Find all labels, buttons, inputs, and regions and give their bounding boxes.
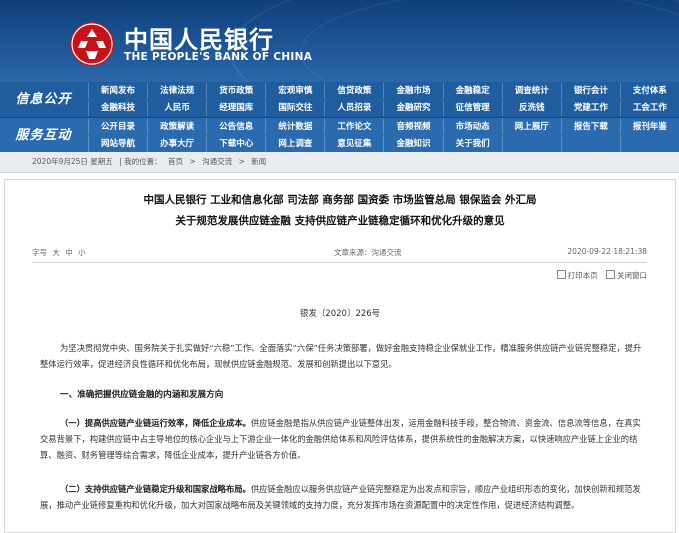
header-decoration [300,0,679,82]
nav-item[interactable]: 工会工作 [619,100,679,116]
nav-item[interactable]: 法律法规 [147,83,206,99]
article-tools: 打印本页 关闭窗口 [551,270,647,281]
close-icon [606,270,615,279]
site-header: 中国人民银行 THE PEOPLE'S BANK OF CHINA [0,0,679,82]
paragraph-lead: （一）提高供应链产业链运行效率，降低企业成本。 [60,418,251,428]
breadcrumb-separator: > [238,157,245,166]
nav-item[interactable]: 国际交往 [265,100,324,116]
article-source: 文章来源：沟通交流 [334,248,402,257]
document-number: 银发〔2020〕226号 [299,309,381,319]
nav-item[interactable]: 下载中心 [206,136,265,152]
nav-item [619,136,679,152]
print-button[interactable]: 打印本页 [556,270,598,280]
nav-item[interactable]: 金融研究 [383,100,442,116]
print-label: 打印本页 [567,271,598,280]
breadcrumb-link-home[interactable]: 首页 [168,157,183,166]
font-size-large[interactable]: 大 [52,248,60,257]
article-meta: 字号 大 中 小 文章来源：沟通交流 2020-09-22 18:21:38 [32,247,647,261]
nav-item[interactable]: 金融稳定 [442,83,502,99]
pboc-logo-icon[interactable] [68,20,116,68]
nav-item [501,136,561,152]
nav-item[interactable]: 人员招录 [324,100,383,116]
article-title: 关于规范发展供应链金融 支持供应链产业链稳定循环和优化升级的意见 [175,215,505,227]
nav-item[interactable]: 反洗钱 [501,100,561,116]
close-label: 关闭窗口 [617,271,647,280]
nav-item[interactable]: 宏观审慎 [265,83,324,99]
nav-item[interactable]: 统计数据 [265,119,324,135]
nav-item[interactable]: 党建工作 [560,100,620,116]
nav-item[interactable]: 货币政策 [206,83,265,99]
nav-item[interactable]: 报告下载 [560,119,620,135]
nav-item[interactable]: 公告信息 [206,119,265,135]
nav-item[interactable]: 网站导航 [88,136,147,152]
brand-name-cn: 中国人民银行 [124,25,274,54]
current-date: 2020年9月25日 星期五 [32,157,113,166]
nav-item[interactable]: 网上展厅 [501,119,561,135]
nav-item[interactable]: 人民币 [147,100,206,116]
breadcrumb-link-communication[interactable]: 沟通交流 [202,157,232,166]
divider [32,262,647,263]
nav-item[interactable]: 音频视频 [383,119,442,135]
section-heading: 一、准确把握供应链金融的内涵和发展方向 [60,390,224,400]
nav-item[interactable]: 金融科技 [88,100,147,116]
nav-item[interactable]: 征信管理 [442,100,502,116]
nav-section-info: 信息公开 新闻发布 法律法规 货币政策 宏观审慎 信贷政策 金融市场 金融稳定 调查统计 银行会… [0,82,679,117]
nav-grid: 公开目录 政策解读 公告信息 统计数据 工作论文 音频视频 市场动态 网上展厅 报告下载 报刊年鉴… [88,119,679,152]
nav-item[interactable]: 政策解读 [147,119,206,135]
issuing-organizations: 中国人民银行 工业和信息化部 司法部 商务部 国资委 市场监管总局 银保监会 外… [143,194,537,206]
nav-item[interactable]: 市场动态 [442,119,502,135]
nav-item[interactable]: 新闻发布 [88,83,147,99]
article-paragraph: （一）提高供应链产业链运行效率，降低企业成本。供应链金融是指从供应链产业链整体出… [40,415,645,463]
nav-item[interactable]: 公开目录 [88,119,147,135]
nav-item[interactable]: 金融知识 [383,136,442,152]
main-nav: 信息公开 新闻发布 法律法规 货币政策 宏观审慎 信贷政策 金融市场 金融稳定 调查统计 银行会… [0,82,679,153]
breadcrumb-separator: > [189,157,196,166]
nav-item[interactable]: 网上调查 [265,136,324,152]
article-date: 2020-09-22 18:21:38 [567,247,647,256]
article-paragraph: （二）支持供应链产业链稳定升级和国家战略布局。供应链金融应以服务供应链产业链完整… [40,481,645,513]
nav-item [560,136,620,152]
breadcrumb-link-news[interactable]: 新闻 [251,157,266,166]
nav-item[interactable]: 工作论文 [324,119,383,135]
font-size-medium[interactable]: 中 [65,248,73,257]
nav-item[interactable]: 关于我们 [442,136,502,152]
article-panel: 中国人民银行 工业和信息化部 司法部 商务部 国资委 市场监管总局 银保监会 外… [4,179,676,533]
font-size-small[interactable]: 小 [78,248,86,257]
font-size-label: 字号 [32,248,47,257]
nav-item[interactable]: 办事大厅 [147,136,206,152]
nav-grid: 新闻发布 法律法规 货币政策 宏观审慎 信贷政策 金融市场 金融稳定 调查统计 银行会计 支付体系… [88,83,679,116]
font-size-switcher: 字号 大 中 小 [32,247,89,258]
nav-item[interactable]: 经理国库 [206,100,265,116]
brand-name-en: THE PEOPLE'S BANK OF CHINA [124,51,313,63]
nav-item[interactable]: 报刊年鉴 [619,119,679,135]
nav-item[interactable]: 意见征集 [324,136,383,152]
print-icon [556,270,566,279]
nav-item[interactable]: 金融市场 [383,83,442,99]
nav-section-label: 服务互动 [15,128,72,143]
paragraph-lead: （二）支持供应链产业链稳定升级和国家战略布局。 [60,484,251,494]
breadcrumb: 2020年9月25日 星期五 | 我的位置： 首页 > 沟通交流 > 新闻 [0,152,679,173]
breadcrumb-prefix: | 我的位置： [119,157,162,166]
close-window-button[interactable]: 关闭窗口 [606,270,647,280]
nav-item[interactable]: 银行会计 [560,83,620,99]
nav-item[interactable]: 支付体系 [619,83,679,99]
article-paragraph: 为坚决贯彻党中央、国务院关于扎实做好“六稳”工作、全面落实“六保”任务决策部署，… [40,343,642,369]
nav-item[interactable]: 信贷政策 [324,83,383,99]
breadcrumb-content: 2020年9月25日 星期五 | 我的位置： 首页 > 沟通交流 > 新闻 [32,156,270,167]
nav-section-service: 服务互动 公开目录 政策解读 公告信息 统计数据 工作论文 音频视频 市场动态 网上展厅 报告下… [0,117,679,153]
nav-section-label: 信息公开 [15,92,72,107]
nav-item[interactable]: 调查统计 [501,83,561,99]
